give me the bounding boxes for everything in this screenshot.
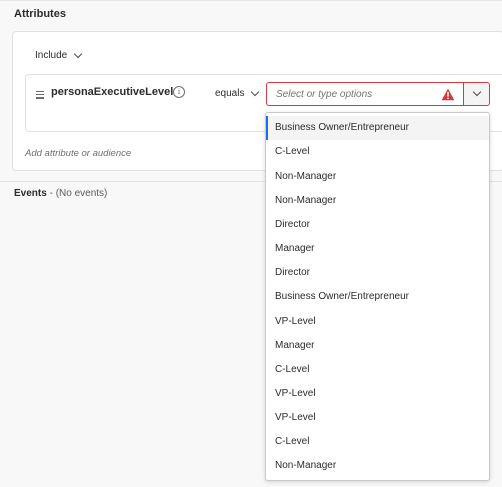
include-label: Include: [35, 50, 68, 61]
value-placeholder: Select or type options: [276, 89, 373, 100]
attribute-name: personaExecutiveLevel: [51, 86, 174, 98]
dropdown-option[interactable]: VP-Level: [266, 382, 489, 406]
dropdown-option[interactable]: Manager: [266, 237, 489, 261]
drag-handle-icon[interactable]: [36, 91, 44, 101]
events-empty: (No events): [55, 188, 108, 199]
dropdown-option[interactable]: Non-Manager: [266, 165, 489, 189]
operator-dropdown[interactable]: equals: [215, 87, 260, 99]
dropdown-option[interactable]: Director: [266, 261, 489, 285]
dropdown-option[interactable]: Non-Manager: [266, 454, 489, 478]
chevron-down-icon: [251, 87, 260, 97]
dropdown-option[interactable]: C-Level: [266, 140, 489, 164]
add-attribute-placeholder[interactable]: Add attribute or audience: [25, 148, 131, 159]
dropdown-option[interactable]: Manager: [266, 334, 489, 358]
value-input[interactable]: Select or type options: [266, 82, 464, 106]
include-dropdown[interactable]: Include: [35, 49, 83, 61]
dropdown-option[interactable]: Business Owner/Entrepreneur: [266, 116, 489, 140]
events-separator: -: [46, 188, 56, 199]
alert-icon: [441, 88, 455, 101]
value-combobox: Select or type options: [266, 82, 490, 106]
top-divider: [0, 0, 502, 1]
value-dropdown-button[interactable]: [463, 82, 490, 106]
dropdown-option[interactable]: VP-Level: [266, 310, 489, 334]
value-options-popover: Business Owner/Entrepreneur C-Level Non-…: [265, 112, 490, 481]
dropdown-option[interactable]: Business Owner/Entrepreneur: [266, 285, 489, 309]
dropdown-option[interactable]: C-Level: [266, 430, 489, 454]
info-icon[interactable]: i: [173, 86, 185, 98]
attributes-heading: Attributes: [14, 8, 66, 20]
dropdown-option[interactable]: C-Level: [266, 358, 489, 382]
dropdown-option[interactable]: Director: [266, 213, 489, 237]
chevron-down-icon: [74, 49, 83, 59]
events-title: Events: [14, 188, 47, 199]
audience-builder: Attributes Include personaExecutiveLevel…: [0, 0, 502, 487]
dropdown-option[interactable]: Non-Manager: [266, 189, 489, 213]
events-heading: Events - (No events): [14, 188, 107, 199]
chevron-down-icon: [472, 87, 482, 97]
dropdown-option[interactable]: VP-Level: [266, 406, 489, 430]
operator-label: equals: [215, 88, 245, 99]
